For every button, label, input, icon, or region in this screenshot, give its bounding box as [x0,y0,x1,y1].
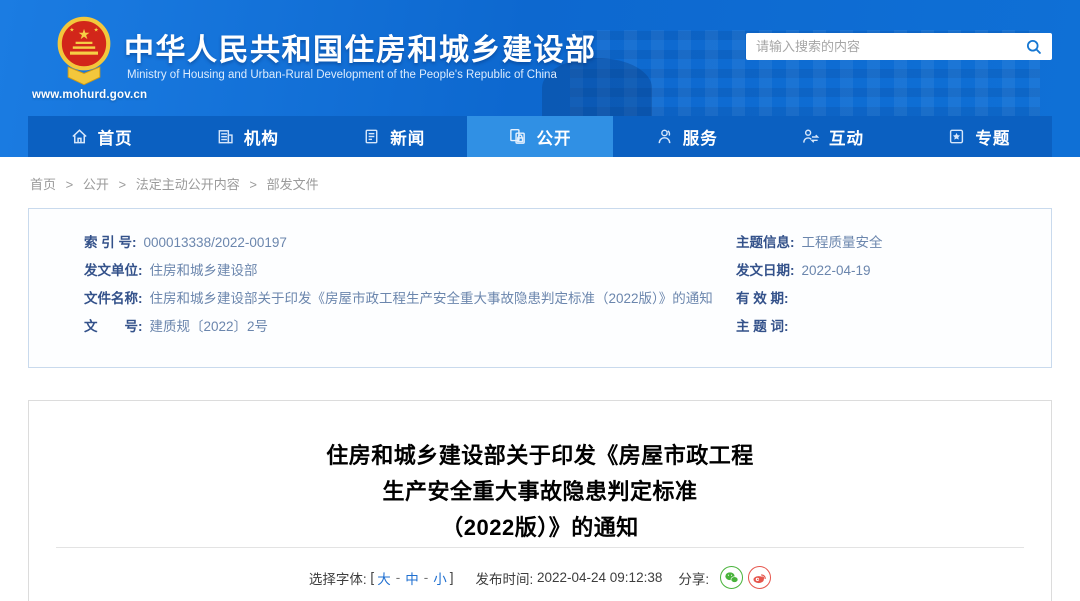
breadcrumb-separator: > [249,177,257,192]
nav-item-label: 机构 [244,125,279,149]
search-box [746,33,1052,60]
info-row-subject-words: 主 题 词: [736,313,1051,341]
document-info-left-column: 索 引 号: 000013338/2022-00197 发文单位: 住房和城乡建设部… [29,229,736,341]
nav-item-label: 新闻 [390,125,425,149]
info-value: 工程质量安全 [802,235,883,250]
breadcrumb: 首页 > 公开 > 法定主动公开内容 > 部发文件 [30,174,1080,191]
nav-item-label: 公开 [536,125,571,149]
nav-item-label: 互动 [829,125,864,149]
svg-text:★: ★ [69,26,74,33]
article-title: 住房和城乡建设部关于印发《房屋市政工程 生产安全重大事故隐患判定标准 （2022… [29,438,1051,546]
national-emblem-logo: ★ ★ ★ [56,14,112,95]
nav-item-topics[interactable]: 专题 [906,116,1052,157]
info-value: 住房和城乡建设部 [150,263,258,278]
document-info-panel: 索 引 号: 000013338/2022-00197 发文单位: 住房和城乡建设部… [28,208,1052,368]
bracket-open: [ [370,570,374,585]
interact-arrows-icon [801,127,820,146]
font-size-medium-link[interactable]: 中 [405,568,419,588]
document-info-right-column: 主题信息: 工程质量安全 发文日期: 2022-04-19 有 效 期: 主 题 词… [736,229,1051,341]
info-row-topic-info: 主题信息: 工程质量安全 [736,229,1051,257]
info-row-issuing-unit: 发文单位: 住房和城乡建设部 [84,257,736,285]
main-nav: 首页 机构 新闻 [28,116,1052,157]
info-value: 000013338/2022-00197 [144,235,287,250]
info-label: 有 效 期: [736,291,789,306]
font-size-small-link[interactable]: 小 [433,568,447,588]
article-meta-row: 选择字体: [大-中-小] 发布时间: 2022-04-24 09:12:38 … [29,566,1051,589]
info-row-issue-date: 发文日期: 2022-04-19 [736,257,1051,285]
nav-item-label: 专题 [975,125,1010,149]
nav-item-org[interactable]: 机构 [174,116,320,157]
font-size-large-link[interactable]: 大 [377,568,391,588]
nav-item-home[interactable]: 首页 [28,116,174,157]
share-wechat-icon[interactable] [720,566,743,589]
service-person-icon [655,127,674,146]
site-name: 中华人民共和国住房和城乡建设部 [124,25,597,69]
svg-text:★: ★ [78,26,91,42]
info-label: 发文单位: [84,263,143,278]
font-size-label: 选择字体: [309,568,367,588]
search-icon [1025,38,1043,56]
breadcrumb-separator: > [66,177,74,192]
breadcrumb-statutory-content[interactable]: 法定主动公开内容 [136,177,240,192]
info-label: 文件名称: [84,291,143,306]
article-title-line: （2022版）》的通知 [29,510,1051,546]
site-url: www.mohurd.gov.cn [32,89,147,101]
publish-time-label: 发布时间: [475,568,533,588]
publish-time-value: 2022-04-24 09:12:38 [537,570,662,585]
bracket-close: ] [450,570,454,585]
breadcrumb-separator: > [119,177,127,192]
info-row-index-number: 索 引 号: 000013338/2022-00197 [84,229,736,257]
search-input[interactable] [746,33,1016,60]
info-label: 索 引 号: [84,235,137,250]
title-divider [56,547,1024,548]
nav-item-label: 服务 [683,125,718,149]
info-value: 住房和城乡建设部关于印发《房屋市政工程生产安全重大事故隐患判定标准（2022版）… [150,291,713,306]
dash-separator: - [396,570,401,585]
topic-star-icon [947,127,966,146]
breadcrumb-disclosure[interactable]: 公开 [83,177,109,192]
info-label: 发文日期: [736,263,795,278]
home-icon [70,127,89,146]
info-row-document-name: 文件名称: 住房和城乡建设部关于印发《房屋市政工程生产安全重大事故隐患判定标准（2… [84,285,736,313]
news-icon [362,127,381,146]
disclosure-lock-icon [508,127,527,146]
info-label: 主 题 词: [736,319,789,334]
nav-item-interact[interactable]: 互动 [759,116,905,157]
info-value: 建质规〔2022〕2号 [150,319,269,334]
site-header: ★ ★ ★ www.mohurd.gov.cn 中华人民共和国住房和城乡建设部 … [0,0,1080,157]
nav-item-disclosure[interactable]: 公开 [467,116,613,157]
info-label: 文 号: [84,319,143,334]
site-name-english: Ministry of Housing and Urban-Rural Deve… [127,69,557,81]
header-banner: ★ ★ ★ www.mohurd.gov.cn 中华人民共和国住房和城乡建设部 … [0,0,1080,116]
article-title-line: 住房和城乡建设部关于印发《房屋市政工程 [29,438,1051,474]
svg-text:★: ★ [94,26,99,33]
info-label: 主题信息: [736,235,795,250]
breadcrumb-home[interactable]: 首页 [30,177,56,192]
nav-item-label: 首页 [98,125,133,149]
nav-item-news[interactable]: 新闻 [321,116,467,157]
dash-separator: - [424,570,429,585]
article-panel: 住房和城乡建设部关于印发《房屋市政工程 生产安全重大事故隐患判定标准 （2022… [28,400,1052,601]
nav-item-service[interactable]: 服务 [613,116,759,157]
article-title-line: 生产安全重大事故隐患判定标准 [29,474,1051,510]
share-label: 分享: [678,568,709,588]
building-icon [216,127,235,146]
info-row-document-number: 文 号: 建质规〔2022〕2号 [84,313,736,341]
info-value: 2022-04-19 [802,263,871,278]
search-button[interactable] [1016,33,1052,60]
share-weibo-icon[interactable] [748,566,771,589]
info-row-validity-period: 有 效 期: [736,285,1051,313]
breadcrumb-current-page: 部发文件 [267,177,319,192]
